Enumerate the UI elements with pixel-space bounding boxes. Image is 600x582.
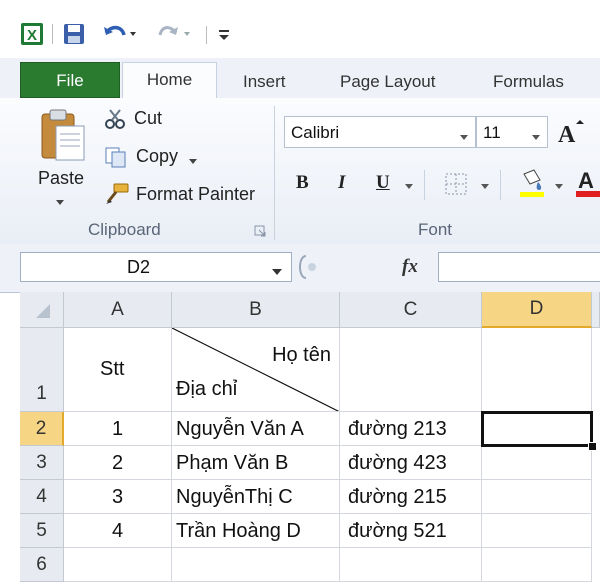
row-header-6[interactable]: 6 bbox=[20, 548, 64, 582]
clipboard-group-label: Clipboard bbox=[88, 220, 161, 239]
group-separator bbox=[274, 106, 275, 240]
cell-d5[interactable] bbox=[482, 514, 592, 548]
chevron-down-icon[interactable] bbox=[459, 127, 469, 147]
svg-text:A: A bbox=[578, 168, 594, 193]
format-painter-icon[interactable] bbox=[104, 182, 130, 211]
row-header-3[interactable]: 3 bbox=[20, 446, 64, 480]
quick-access-toolbar: X bbox=[0, 0, 600, 58]
save-icon[interactable] bbox=[62, 22, 86, 46]
cell-b2[interactable]: Nguyễn Văn A bbox=[172, 412, 340, 446]
ribbon-tab-bar: File Home Insert Page Layout Formulas bbox=[0, 58, 600, 99]
row-header-2[interactable]: 2 bbox=[20, 412, 64, 446]
borders-icon[interactable] bbox=[444, 172, 468, 201]
column-header-d[interactable]: D bbox=[482, 292, 592, 328]
cell-b1[interactable]: Họ tên Địa chỉ bbox=[172, 328, 340, 412]
cell-a1-text: Stt bbox=[100, 358, 125, 380]
ribbon-divider bbox=[424, 170, 425, 200]
active-cell-selection[interactable] bbox=[481, 411, 593, 447]
undo-icon[interactable] bbox=[102, 22, 138, 46]
tab-home[interactable]: Home bbox=[122, 62, 217, 99]
fill-color-icon[interactable] bbox=[518, 168, 546, 203]
cell-c6[interactable] bbox=[340, 548, 482, 582]
excel-icon[interactable]: X bbox=[20, 22, 44, 46]
cell-a1[interactable]: Stt bbox=[64, 328, 172, 412]
clipboard-launcher-icon[interactable] bbox=[254, 224, 266, 242]
font-group-label: Font bbox=[418, 220, 453, 239]
cell-d4[interactable] bbox=[482, 480, 592, 514]
svg-text:X: X bbox=[27, 27, 37, 44]
row-header-5[interactable]: 5 bbox=[20, 514, 64, 548]
cut-button[interactable]: Cut bbox=[134, 108, 162, 129]
cell-a3[interactable]: 2 bbox=[64, 446, 172, 480]
ribbon-home: Paste Cut Copy Format Painter Clipboard … bbox=[0, 98, 600, 245]
cell-a6[interactable] bbox=[64, 548, 172, 582]
cell-c5[interactable]: đường 521 bbox=[340, 514, 482, 548]
chevron-down-icon[interactable] bbox=[531, 127, 541, 147]
font-size-value: 11 bbox=[483, 123, 501, 142]
cell-c4[interactable]: đường 215 bbox=[340, 480, 482, 514]
cell-a2[interactable]: 1 bbox=[64, 412, 172, 446]
tab-formulas[interactable]: Formulas bbox=[493, 66, 564, 98]
insert-function-button[interactable]: fx bbox=[402, 256, 418, 278]
toolbar-divider bbox=[52, 24, 53, 44]
cell-c3[interactable]: đường 423 bbox=[340, 446, 482, 480]
font-name-select[interactable]: Calibri bbox=[284, 116, 476, 148]
cell-b1-bottom-text: Địa chỉ bbox=[176, 378, 238, 400]
cell-d1[interactable] bbox=[482, 328, 592, 412]
grow-font-icon[interactable]: A bbox=[556, 118, 586, 151]
font-color-icon[interactable]: A bbox=[576, 166, 600, 203]
column-header-e[interactable] bbox=[592, 292, 600, 328]
cell-d6[interactable] bbox=[482, 548, 592, 582]
italic-button[interactable]: I bbox=[338, 172, 345, 194]
select-all-corner[interactable] bbox=[20, 292, 64, 328]
fill-handle[interactable] bbox=[588, 442, 597, 451]
chevron-down-icon[interactable] bbox=[554, 178, 564, 196]
paste-dropdown-icon[interactable] bbox=[54, 194, 66, 212]
row-header-4[interactable]: 4 bbox=[20, 480, 64, 514]
paste-button[interactable]: Paste bbox=[38, 168, 84, 189]
cell-b1-top-text: Họ tên bbox=[272, 344, 331, 366]
column-header-c[interactable]: C bbox=[340, 292, 482, 328]
name-box[interactable]: D2 bbox=[20, 252, 292, 282]
name-box-value: D2 bbox=[127, 257, 151, 277]
cell-b3[interactable]: Phạm Văn B bbox=[172, 446, 340, 480]
ribbon-divider bbox=[500, 170, 501, 200]
column-header-a[interactable]: A bbox=[64, 292, 172, 328]
format-painter-button[interactable]: Format Painter bbox=[136, 184, 255, 205]
chevron-down-icon[interactable] bbox=[480, 178, 490, 196]
formula-bar-splitter-icon[interactable] bbox=[294, 254, 324, 285]
font-name-value: Calibri bbox=[291, 123, 340, 142]
cut-icon[interactable] bbox=[104, 108, 126, 135]
svg-text:A: A bbox=[558, 122, 576, 146]
tab-page-layout[interactable]: Page Layout bbox=[340, 66, 435, 98]
column-header-b[interactable]: B bbox=[172, 292, 340, 328]
formula-input[interactable] bbox=[438, 252, 600, 282]
redo-icon[interactable] bbox=[156, 22, 192, 46]
chevron-down-icon[interactable] bbox=[271, 263, 283, 281]
underline-button[interactable]: U bbox=[376, 172, 390, 194]
customize-icon[interactable] bbox=[214, 22, 234, 46]
cell-a4[interactable]: 3 bbox=[64, 480, 172, 514]
tab-insert[interactable]: Insert bbox=[243, 66, 286, 98]
cell-b4[interactable]: NguyễnThị C bbox=[172, 480, 340, 514]
cell-b6[interactable] bbox=[172, 548, 340, 582]
tab-file[interactable]: File bbox=[20, 62, 120, 98]
copy-icon[interactable] bbox=[104, 146, 128, 173]
worksheet-grid: A B C D 1 2 3 4 5 6 Stt Họ tên Địa chỉ 1… bbox=[20, 292, 600, 582]
row-header-1[interactable]: 1 bbox=[20, 328, 64, 412]
bold-button[interactable]: B bbox=[296, 172, 309, 194]
copy-dropdown-icon[interactable] bbox=[188, 153, 198, 171]
cell-c1[interactable] bbox=[340, 328, 482, 412]
cell-b5[interactable]: Trần Hoàng D bbox=[172, 514, 340, 548]
cell-c2[interactable]: đường 213 bbox=[340, 412, 482, 446]
font-size-select[interactable]: 11 bbox=[476, 116, 548, 148]
toolbar-divider bbox=[206, 26, 207, 44]
copy-button[interactable]: Copy bbox=[136, 146, 178, 167]
cell-a5[interactable]: 4 bbox=[64, 514, 172, 548]
paste-icon[interactable] bbox=[34, 106, 90, 166]
chevron-down-icon[interactable] bbox=[404, 178, 414, 196]
cell-d3[interactable] bbox=[482, 446, 592, 480]
formula-bar-row: D2 fx bbox=[0, 244, 600, 293]
